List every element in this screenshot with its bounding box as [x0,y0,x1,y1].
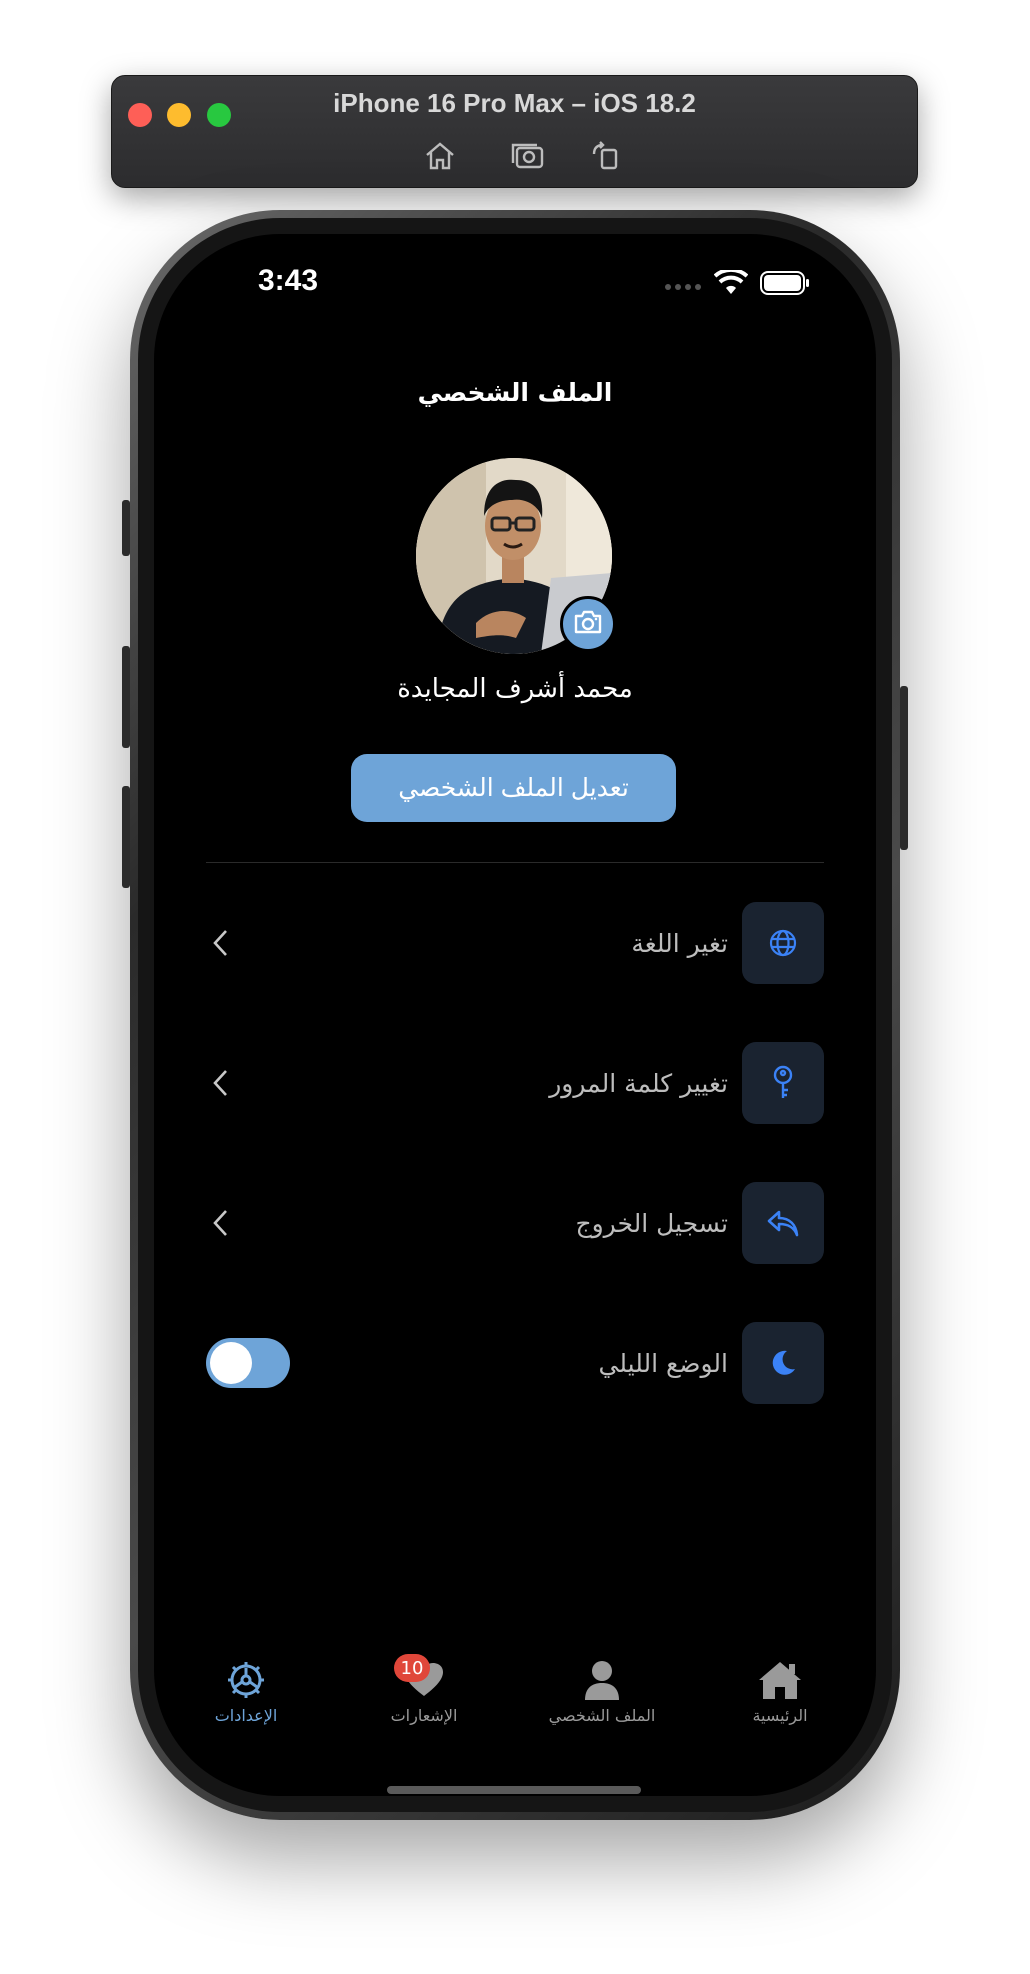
dark-mode-toggle[interactable] [206,1338,290,1388]
tab-notifications[interactable]: 10 الإشعارات [354,1654,494,1725]
signal-dots-icon [664,276,702,295]
simulator-title: iPhone 16 Pro Max – iOS 18.2 [333,88,696,118]
change-photo-button[interactable] [560,596,616,652]
wifi-icon [713,267,749,300]
setting-label-dark-mode: الوضع الليلي [598,1348,728,1378]
tab-label: الإعدادات [214,1706,278,1725]
power-button [900,686,908,850]
volume-up-button [122,646,130,748]
chevron-left-icon [206,1209,234,1237]
action-button [122,500,130,556]
tab-settings[interactable]: الإعدادات [176,1658,316,1725]
phone-frame: 3:43 الملف الشخصي محمد أشرف المجايدة تعد… [130,210,900,1820]
battery-icon [760,271,810,299]
rotate-icon[interactable] [586,136,626,176]
setting-label-language: تغير اللغة [631,928,728,958]
setting-label-logout: تسجيل الخروج [575,1208,728,1238]
setting-row-dark-mode: الوضع الليلي [206,1322,824,1404]
user-name: محمد أشرف المجايدة [397,674,633,704]
tab-profile[interactable]: الملف الشخصي [532,1658,672,1725]
moon-icon [742,1322,824,1404]
screenshot-icon[interactable] [508,136,548,176]
edit-profile-button[interactable]: تعديل الملف الشخصي [351,754,676,822]
divider [206,862,824,863]
person-icon [532,1658,672,1702]
setting-label-change-password: تغيير كلمة المرور [549,1068,728,1098]
notifications-badge: 10 [394,1654,430,1682]
home-icon [710,1658,850,1702]
status-indicators [664,267,810,300]
setting-row-change-password[interactable]: تغيير كلمة المرور [206,1042,824,1124]
tab-label: الملف الشخصي [548,1706,656,1725]
setting-row-language[interactable]: تغير اللغة [206,902,824,984]
tab-label: الإشعارات [390,1706,458,1725]
settings-gear-icon [176,1658,316,1702]
home-indicator[interactable] [387,1786,641,1794]
toggle-knob [210,1342,252,1384]
status-time: 3:43 [258,264,319,297]
page-title: الملف الشخصي [417,378,613,407]
app-screen: 3:43 الملف الشخصي محمد أشرف المجايدة تعد… [154,234,876,1796]
logout-icon [742,1182,824,1264]
volume-down-button [122,786,130,888]
tab-label: الرئيسية [752,1706,808,1725]
chevron-left-icon [206,1069,234,1097]
key-icon [742,1042,824,1124]
home-icon[interactable] [420,136,460,176]
globe-icon [742,902,824,984]
camera-icon [573,610,603,638]
tab-home[interactable]: الرئيسية [710,1658,850,1725]
chevron-left-icon [206,929,234,957]
setting-row-logout[interactable]: تسجيل الخروج [206,1182,824,1264]
simulator-toolbar: iPhone 16 Pro Max – iOS 18.2 [111,75,918,188]
